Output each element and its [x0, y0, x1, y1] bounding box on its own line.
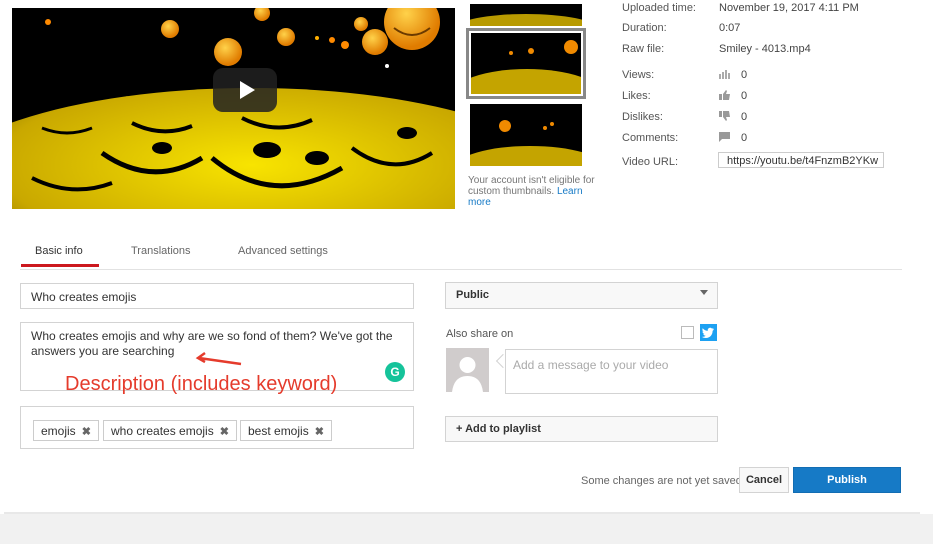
video-url-label: Video URL: — [622, 156, 679, 168]
views-icon — [719, 70, 731, 82]
remove-tag-icon[interactable]: ✖ — [220, 426, 229, 438]
uploaded-value: November 19, 2017 4:11 PM — [719, 2, 859, 14]
tab-basic-info[interactable]: Basic info — [35, 245, 83, 257]
grammarly-icon[interactable]: G — [385, 362, 405, 382]
thumbs-up-icon — [719, 90, 730, 103]
publish-button[interactable]: Publish — [793, 467, 901, 493]
title-input[interactable]: Who creates emojis — [20, 283, 414, 309]
tab-translations[interactable]: Translations — [131, 245, 191, 257]
thumbnail-option-2-selected[interactable] — [466, 28, 586, 99]
tab-advanced-settings[interactable]: Advanced settings — [238, 245, 328, 257]
comments-value: 0 — [741, 132, 748, 144]
add-to-playlist-button[interactable]: + Add to playlist — [445, 416, 718, 442]
annotation-arrow-icon — [195, 351, 242, 366]
comment-icon — [719, 132, 730, 145]
likes-value: 0 — [741, 90, 748, 102]
thumbnail-option-1[interactable] — [470, 4, 582, 26]
thumbnail-image — [470, 4, 582, 26]
twitter-icon — [700, 324, 717, 341]
chevron-down-icon — [700, 290, 708, 295]
share-label: Also share on — [446, 328, 514, 340]
uploaded-label: Uploaded time: — [622, 2, 696, 14]
unsaved-status: Some changes are not yet saved. — [581, 475, 745, 487]
raw-file-label: Raw file: — [622, 43, 665, 55]
avatar — [446, 348, 489, 392]
dislikes-label: Dislikes: — [622, 111, 663, 123]
comments-label: Comments: — [622, 132, 679, 144]
privacy-select[interactable]: Public — [445, 282, 718, 309]
tag-chip: best emojis ✖ — [240, 420, 332, 441]
cancel-button[interactable]: Cancel — [739, 467, 789, 493]
duration-label: Duration: — [622, 22, 667, 34]
raw-file-value: Smiley - 4013.mp4 — [719, 43, 811, 55]
page-background — [0, 514, 933, 544]
likes-label: Likes: — [622, 90, 651, 102]
tab-bar: Basic info Translations Advanced setting… — [20, 240, 902, 270]
share-twitter-checkbox[interactable] — [681, 326, 694, 339]
thumbnail-image — [471, 33, 581, 94]
video-url-field[interactable]: https://youtu.be/t4FnzmB2YKw — [718, 152, 884, 168]
thumbnail-option-3[interactable] — [470, 104, 582, 166]
tag-chip: emojis ✖ — [33, 420, 99, 441]
play-icon[interactable] — [213, 68, 277, 112]
dislikes-value: 0 — [741, 111, 748, 123]
remove-tag-icon[interactable]: ✖ — [82, 426, 91, 438]
remove-tag-icon[interactable]: ✖ — [315, 426, 324, 438]
thumbnail-image — [470, 104, 582, 166]
active-tab-indicator — [21, 264, 99, 267]
video-preview[interactable] — [12, 8, 455, 209]
tag-chip: who creates emojis ✖ — [103, 420, 237, 441]
duration-value: 0:07 — [719, 22, 741, 34]
thumbs-down-icon — [719, 111, 730, 124]
share-message-input[interactable]: Add a message to your video — [505, 349, 718, 394]
views-label: Views: — [622, 69, 655, 81]
views-value: 0 — [741, 69, 748, 81]
thumbnail-eligibility-note: Your account isn't eligible for custom t… — [468, 175, 595, 208]
tags-input[interactable]: emojis ✖ who creates emojis ✖ best emojis ✖ — [20, 406, 414, 449]
keyword-annotation: Description (includes keyword) — [65, 373, 338, 395]
